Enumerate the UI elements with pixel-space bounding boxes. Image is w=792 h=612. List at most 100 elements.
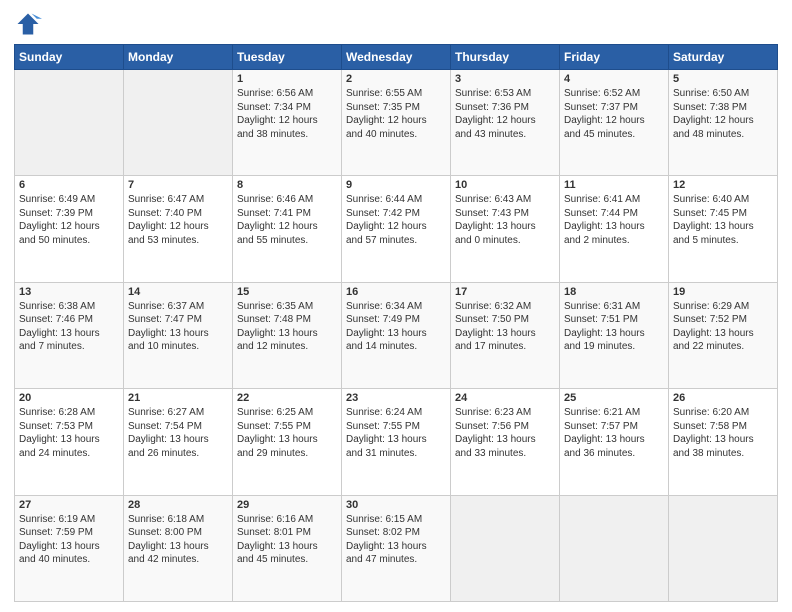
page: SundayMondayTuesdayWednesdayThursdayFrid… <box>0 0 792 612</box>
day-info: Sunrise: 6:27 AM Sunset: 7:54 PM Dayligh… <box>128 406 228 460</box>
day-info: Sunrise: 6:52 AM Sunset: 7:37 PM Dayligh… <box>564 87 664 141</box>
day-number: 8 <box>237 179 337 191</box>
weekday-header-tuesday: Tuesday <box>233 45 342 70</box>
day-info: Sunrise: 6:32 AM Sunset: 7:50 PM Dayligh… <box>455 300 555 354</box>
day-number: 5 <box>673 73 773 85</box>
day-cell: 8 Sunrise: 6:46 AM Sunset: 7:41 PM Daylig… <box>233 176 342 282</box>
day-number: 21 <box>128 392 228 404</box>
day-cell: 9 Sunrise: 6:44 AM Sunset: 7:42 PM Daylig… <box>342 176 451 282</box>
day-info: Sunrise: 6:21 AM Sunset: 7:57 PM Dayligh… <box>564 406 664 460</box>
day-number: 24 <box>455 392 555 404</box>
day-number: 26 <box>673 392 773 404</box>
day-info: Sunrise: 6:29 AM Sunset: 7:52 PM Dayligh… <box>673 300 773 354</box>
week-row-3: 13 Sunrise: 6:38 AM Sunset: 7:46 PM Dayli… <box>15 282 778 388</box>
day-cell: 26 Sunrise: 6:20 AM Sunset: 7:58 PM Dayli… <box>669 389 778 495</box>
day-cell: 6 Sunrise: 6:49 AM Sunset: 7:39 PM Daylig… <box>15 176 124 282</box>
day-cell: 22 Sunrise: 6:25 AM Sunset: 7:55 PM Dayli… <box>233 389 342 495</box>
header <box>14 10 778 38</box>
day-number: 11 <box>564 179 664 191</box>
calendar-table: SundayMondayTuesdayWednesdayThursdayFrid… <box>14 44 778 602</box>
day-cell: 28Sunrise: 6:18 AM Sunset: 8:00 PM Dayli… <box>124 495 233 601</box>
day-number: 4 <box>564 73 664 85</box>
day-number: 30 <box>346 499 446 511</box>
day-info: Sunrise: 6:40 AM Sunset: 7:45 PM Dayligh… <box>673 193 773 247</box>
day-info: Sunrise: 6:55 AM Sunset: 7:35 PM Dayligh… <box>346 87 446 141</box>
day-number: 16 <box>346 286 446 298</box>
day-cell <box>560 495 669 601</box>
day-info: Sunrise: 6:25 AM Sunset: 7:55 PM Dayligh… <box>237 406 337 460</box>
day-info: Sunrise: 6:46 AM Sunset: 7:41 PM Dayligh… <box>237 193 337 247</box>
day-info: Sunrise: 6:28 AM Sunset: 7:53 PM Dayligh… <box>19 406 119 460</box>
day-cell: 20Sunrise: 6:28 AM Sunset: 7:53 PM Dayli… <box>15 389 124 495</box>
day-cell <box>124 70 233 176</box>
day-info: Sunrise: 6:53 AM Sunset: 7:36 PM Dayligh… <box>455 87 555 141</box>
day-number: 27 <box>19 499 119 511</box>
day-number: 10 <box>455 179 555 191</box>
day-cell: 21 Sunrise: 6:27 AM Sunset: 7:54 PM Dayli… <box>124 389 233 495</box>
day-cell: 11Sunrise: 6:41 AM Sunset: 7:44 PM Dayli… <box>560 176 669 282</box>
day-cell: 24 Sunrise: 6:23 AM Sunset: 7:56 PM Dayli… <box>451 389 560 495</box>
day-info: Sunrise: 6:34 AM Sunset: 7:49 PM Dayligh… <box>346 300 446 354</box>
day-info: Sunrise: 6:19 AM Sunset: 7:59 PM Dayligh… <box>19 513 119 567</box>
day-cell <box>451 495 560 601</box>
week-row-2: 6 Sunrise: 6:49 AM Sunset: 7:39 PM Daylig… <box>15 176 778 282</box>
day-cell: 3 Sunrise: 6:53 AM Sunset: 7:36 PM Daylig… <box>451 70 560 176</box>
day-cell <box>669 495 778 601</box>
weekday-header-wednesday: Wednesday <box>342 45 451 70</box>
weekday-header-sunday: Sunday <box>15 45 124 70</box>
day-cell: 12 Sunrise: 6:40 AM Sunset: 7:45 PM Dayli… <box>669 176 778 282</box>
day-number: 19 <box>673 286 773 298</box>
weekday-header-thursday: Thursday <box>451 45 560 70</box>
day-number: 12 <box>673 179 773 191</box>
day-cell: 10Sunrise: 6:43 AM Sunset: 7:43 PM Dayli… <box>451 176 560 282</box>
day-cell: 7 Sunrise: 6:47 AM Sunset: 7:40 PM Daylig… <box>124 176 233 282</box>
day-number: 13 <box>19 286 119 298</box>
day-info: Sunrise: 6:44 AM Sunset: 7:42 PM Dayligh… <box>346 193 446 247</box>
day-info: Sunrise: 6:23 AM Sunset: 7:56 PM Dayligh… <box>455 406 555 460</box>
day-info: Sunrise: 6:18 AM Sunset: 8:00 PM Dayligh… <box>128 513 228 567</box>
day-cell: 25 Sunrise: 6:21 AM Sunset: 7:57 PM Dayli… <box>560 389 669 495</box>
day-number: 29 <box>237 499 337 511</box>
day-info: Sunrise: 6:35 AM Sunset: 7:48 PM Dayligh… <box>237 300 337 354</box>
day-number: 7 <box>128 179 228 191</box>
day-cell: 15 Sunrise: 6:35 AM Sunset: 7:48 PM Dayli… <box>233 282 342 388</box>
day-info: Sunrise: 6:24 AM Sunset: 7:55 PM Dayligh… <box>346 406 446 460</box>
day-number: 6 <box>19 179 119 191</box>
day-info: Sunrise: 6:20 AM Sunset: 7:58 PM Dayligh… <box>673 406 773 460</box>
day-cell: 19 Sunrise: 6:29 AM Sunset: 7:52 PM Dayli… <box>669 282 778 388</box>
day-info: Sunrise: 6:50 AM Sunset: 7:38 PM Dayligh… <box>673 87 773 141</box>
weekday-header-row: SundayMondayTuesdayWednesdayThursdayFrid… <box>15 45 778 70</box>
day-cell: 13 Sunrise: 6:38 AM Sunset: 7:46 PM Dayli… <box>15 282 124 388</box>
logo-icon <box>14 10 42 38</box>
day-info: Sunrise: 6:15 AM Sunset: 8:02 PM Dayligh… <box>346 513 446 567</box>
day-info: Sunrise: 6:47 AM Sunset: 7:40 PM Dayligh… <box>128 193 228 247</box>
day-number: 25 <box>564 392 664 404</box>
weekday-header-saturday: Saturday <box>669 45 778 70</box>
week-row-4: 20Sunrise: 6:28 AM Sunset: 7:53 PM Dayli… <box>15 389 778 495</box>
day-number: 15 <box>237 286 337 298</box>
day-cell: 14Sunrise: 6:37 AM Sunset: 7:47 PM Dayli… <box>124 282 233 388</box>
day-number: 22 <box>237 392 337 404</box>
day-cell: 1Sunrise: 6:56 AM Sunset: 7:34 PM Daylig… <box>233 70 342 176</box>
day-cell: 30 Sunrise: 6:15 AM Sunset: 8:02 PM Dayli… <box>342 495 451 601</box>
day-number: 3 <box>455 73 555 85</box>
day-cell: 2Sunrise: 6:55 AM Sunset: 7:35 PM Daylig… <box>342 70 451 176</box>
day-number: 23 <box>346 392 446 404</box>
weekday-header-monday: Monday <box>124 45 233 70</box>
day-info: Sunrise: 6:37 AM Sunset: 7:47 PM Dayligh… <box>128 300 228 354</box>
weekday-header-friday: Friday <box>560 45 669 70</box>
week-row-5: 27 Sunrise: 6:19 AM Sunset: 7:59 PM Dayli… <box>15 495 778 601</box>
day-info: Sunrise: 6:31 AM Sunset: 7:51 PM Dayligh… <box>564 300 664 354</box>
day-info: Sunrise: 6:38 AM Sunset: 7:46 PM Dayligh… <box>19 300 119 354</box>
day-number: 1 <box>237 73 337 85</box>
day-cell <box>15 70 124 176</box>
day-info: Sunrise: 6:49 AM Sunset: 7:39 PM Dayligh… <box>19 193 119 247</box>
day-info: Sunrise: 6:16 AM Sunset: 8:01 PM Dayligh… <box>237 513 337 567</box>
day-number: 18 <box>564 286 664 298</box>
day-number: 9 <box>346 179 446 191</box>
day-cell: 18 Sunrise: 6:31 AM Sunset: 7:51 PM Dayli… <box>560 282 669 388</box>
day-number: 17 <box>455 286 555 298</box>
day-cell: 16 Sunrise: 6:34 AM Sunset: 7:49 PM Dayli… <box>342 282 451 388</box>
day-cell: 27 Sunrise: 6:19 AM Sunset: 7:59 PM Dayli… <box>15 495 124 601</box>
day-cell: 4 Sunrise: 6:52 AM Sunset: 7:37 PM Daylig… <box>560 70 669 176</box>
